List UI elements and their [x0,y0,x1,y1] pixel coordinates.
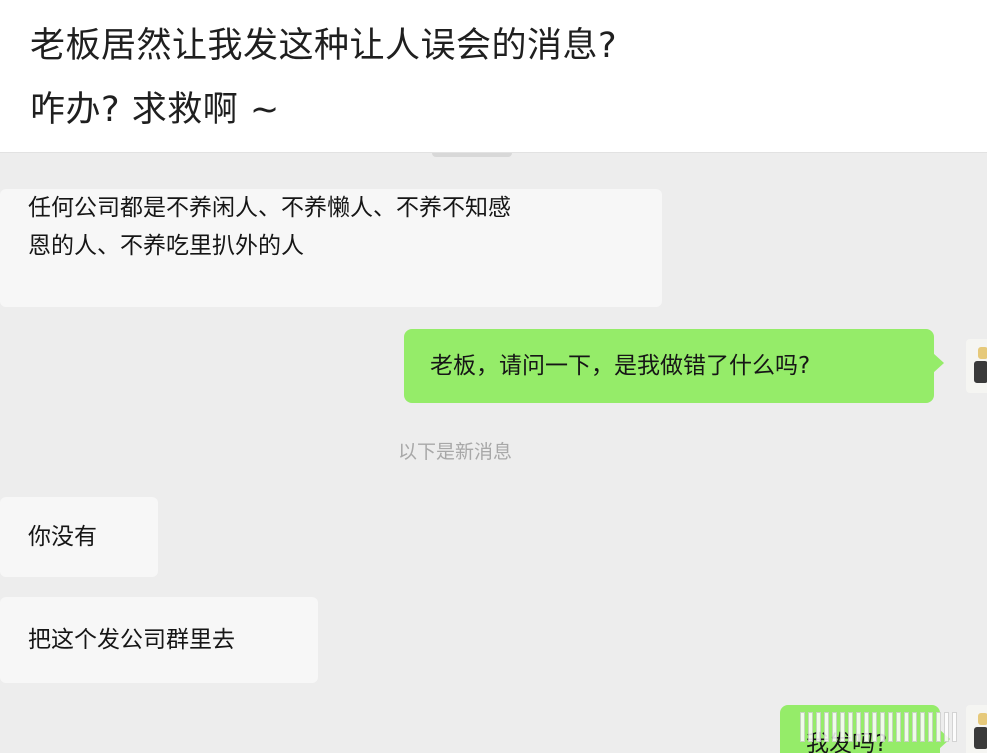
message-text-line: 任何公司都是不养闲人、不养懒人、不养不知感 [28,195,511,221]
post-title-line-2: 咋办? 求救啊 ~ [30,90,280,130]
message-text-line: 恩的人、不养吃里扒外的人 [28,233,304,259]
message-bubble-incoming: 把这个发公司群里去 [0,597,318,683]
post-title-line-1: 老板居然让我发这种让人误会的消息? [30,26,618,66]
message-text: 老板，请问一下，是我做错了什么吗? [430,353,811,379]
message-bubble-incoming: 任何公司都是不养闲人、不养懒人、不养不知感 恩的人、不养吃里扒外的人 [0,189,662,307]
chat-screenshot: 任何公司都是不养闲人、不养懒人、不养不知感 恩的人、不养吃里扒外的人 老板，请问… [0,152,987,753]
message-text: 你没有 [28,524,97,550]
watermark-logo [800,707,968,747]
message-bubble-incoming: 你没有 [0,497,158,577]
message-text: 把这个发公司群里去 [28,627,235,653]
scroll-indicator [432,153,512,157]
message-bubble-outgoing: 老板，请问一下，是我做错了什么吗? [404,329,944,403]
post-header: 老板居然让我发这种让人误会的消息? 咋办? 求救啊 ~ [0,0,987,152]
user-avatar-icon[interactable] [966,705,987,753]
user-avatar-icon[interactable] [966,339,987,393]
new-messages-divider: 以下是新消息 [398,441,513,463]
